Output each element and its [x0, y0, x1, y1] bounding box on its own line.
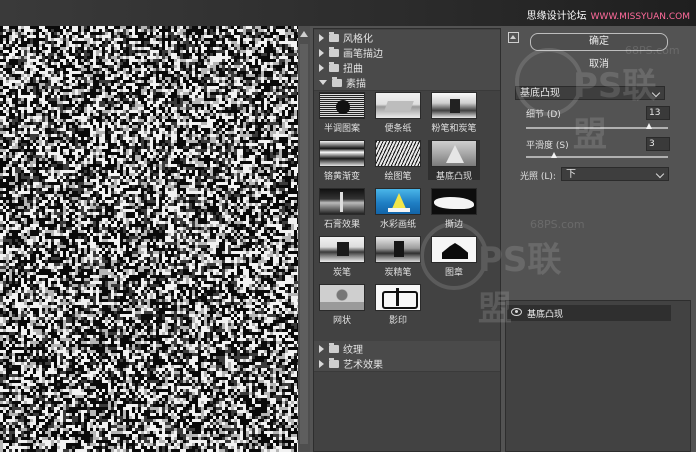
thumbnail-image	[319, 236, 365, 263]
thumbnail-image	[319, 284, 365, 311]
chevron-down-icon	[651, 88, 661, 98]
filter-thumb-bas-relief[interactable]: 基底凸现	[428, 140, 480, 182]
thumbnail-caption: 撕边	[444, 220, 463, 230]
detail-value-input[interactable]: 13	[646, 106, 670, 120]
filter-thumb-plaster[interactable]: 石膏效果	[316, 188, 368, 230]
site-credit-text: 思缘设计论坛	[526, 11, 587, 22]
filter-thumb-chalk-charcoal[interactable]: 粉笔和炭笔	[428, 92, 480, 134]
thumbnail-caption: 铬黄渐变	[323, 172, 360, 182]
effect-layers-panel	[505, 300, 691, 452]
smoothness-slider[interactable]	[526, 156, 668, 158]
thumbnail-caption: 图章	[444, 268, 463, 278]
thumbnail-image	[375, 284, 421, 311]
filter-thumb-halftone[interactable]: 半调图案	[316, 92, 368, 134]
folder-icon	[329, 31, 339, 42]
folder-artistic[interactable]: 艺术效果	[314, 356, 500, 372]
folder-label: 纹理	[343, 345, 363, 356]
light-direction-select[interactable]: 下	[561, 167, 669, 181]
effect-layer-name: 基底凸现	[527, 310, 564, 320]
folder-stylize[interactable]: 风格化	[314, 30, 500, 46]
cancel-button[interactable]: 取消	[530, 56, 668, 74]
filter-thumb-chrome[interactable]: 铬黄渐变	[316, 140, 368, 182]
thumbnail-caption: 水彩画纸	[379, 220, 416, 230]
filter-thumb-stamp[interactable]: 图章	[428, 236, 480, 278]
filter-thumb-reticulation[interactable]: 网状	[316, 284, 368, 326]
title-bar: 思缘设计论坛 WWW.MISSYUAN.COM	[0, 0, 696, 26]
filter-thumb-water-paper[interactable]: 水彩画纸	[372, 188, 424, 230]
noise-preview-image	[0, 26, 298, 452]
thumbnail-image	[431, 236, 477, 263]
expand-triangle-icon	[319, 48, 324, 57]
filter-type-value: 基底凸现	[520, 88, 560, 99]
site-credit: 思缘设计论坛 WWW.MISSYUAN.COM	[527, 7, 690, 22]
folder-icon	[329, 357, 339, 368]
thumbnail-image	[319, 188, 365, 215]
light-label: 光照 (L):	[520, 172, 556, 182]
folder-icon	[329, 61, 339, 72]
thumbnail-image	[431, 92, 477, 119]
folder-label: 风格化	[343, 34, 373, 45]
collapse-triangle-icon	[319, 80, 327, 85]
light-direction-value: 下	[566, 169, 576, 180]
filter-thumb-photocopy[interactable]: 影印	[372, 284, 424, 326]
expand-triangle-icon	[319, 63, 324, 72]
thumbnail-image	[431, 140, 477, 167]
eye-visibility-icon[interactable]	[511, 308, 522, 316]
open-folder-icon	[332, 76, 342, 87]
thumbnail-image	[431, 188, 477, 215]
thumbnail-caption: 绘图笔	[384, 172, 412, 182]
thumbnail-caption: 便条纸	[384, 124, 412, 134]
filter-thumb-conte-crayon[interactable]: 炭精笔	[372, 236, 424, 278]
thumbnail-image	[375, 188, 421, 215]
filter-gallery: 风格化 画笔描边 扭曲 素描 半调图案 便条纸 粉笔和炭笔 铬黄渐变 绘图笔 基…	[313, 28, 501, 452]
ok-button[interactable]: 确定	[530, 33, 668, 51]
thumbnail-caption: 石膏效果	[323, 220, 360, 230]
detail-label: 细节 (D)	[526, 110, 561, 120]
thumbnail-caption: 炭精笔	[384, 268, 412, 278]
site-credit-domain: WWW.MISSYUAN.COM	[590, 12, 690, 22]
thumbnail-image	[375, 92, 421, 119]
thumbnail-caption: 粉笔和炭笔	[431, 124, 477, 134]
smoothness-label: 平滑度 (S)	[526, 141, 569, 151]
folder-sketch[interactable]: 素描	[314, 75, 500, 91]
filter-thumb-charcoal[interactable]: 炭笔	[316, 236, 368, 278]
folder-label: 扭曲	[343, 64, 363, 75]
folder-label: 画笔描边	[343, 49, 383, 60]
filter-type-select[interactable]: 基底凸现	[515, 86, 665, 100]
thumbnail-caption: 炭笔	[332, 268, 351, 278]
filter-thumb-note-paper[interactable]: 便条纸	[372, 92, 424, 134]
expand-triangle-icon	[319, 33, 324, 42]
thumbnail-caption: 半调图案	[323, 124, 360, 134]
thumbnail-caption: 影印	[388, 316, 407, 326]
folder-label: 素描	[346, 79, 366, 90]
folder-label: 艺术效果	[343, 360, 383, 371]
folder-brush-strokes[interactable]: 画笔描边	[314, 45, 500, 61]
folder-icon	[329, 342, 339, 353]
folder-distort[interactable]: 扭曲	[314, 60, 500, 76]
thumbnail-caption: 网状	[332, 316, 351, 326]
expand-triangle-icon	[319, 359, 324, 368]
thumbnail-image	[319, 140, 365, 167]
filter-thumb-graphic-pen[interactable]: 绘图笔	[372, 140, 424, 182]
thumbnail-caption: 基底凸现	[435, 172, 472, 182]
folder-texture[interactable]: 纹理	[314, 341, 500, 357]
smoothness-slider-handle[interactable]	[551, 152, 558, 158]
thumbnail-image	[375, 236, 421, 263]
folder-icon	[329, 46, 339, 57]
expand-triangle-icon	[319, 344, 324, 353]
thumbnail-image	[375, 140, 421, 167]
scroll-up-icon[interactable]	[300, 31, 308, 37]
thumbnail-image	[319, 92, 365, 119]
smoothness-value-input[interactable]: 3	[646, 137, 670, 151]
collapse-gallery-icon[interactable]	[508, 32, 519, 43]
filter-thumb-torn-edges[interactable]: 撕边	[428, 188, 480, 230]
detail-slider-handle[interactable]	[646, 123, 653, 129]
preview-scroll-thumb[interactable]	[300, 44, 308, 444]
preview-canvas[interactable]	[0, 26, 298, 452]
chevron-down-icon	[655, 169, 665, 179]
